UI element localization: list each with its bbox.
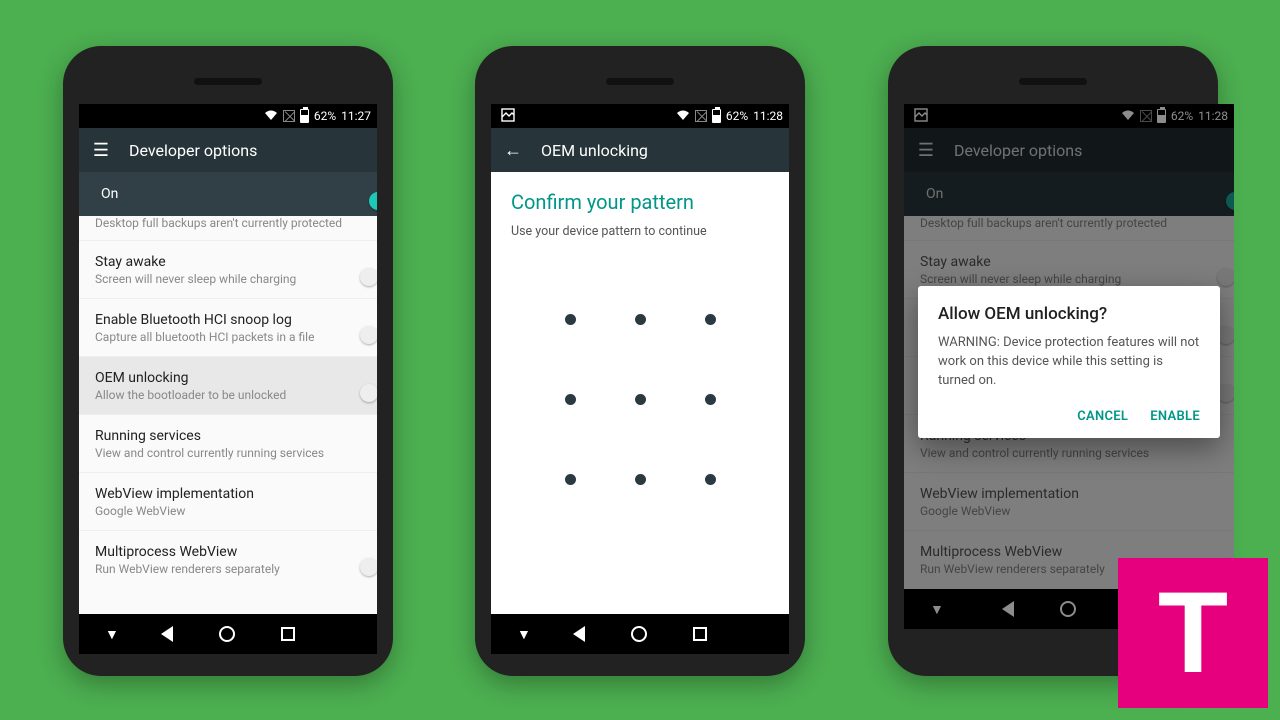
status-bar: 62% 11:28 xyxy=(491,104,789,128)
nav-chevron-icon[interactable]: ▼ xyxy=(105,626,119,643)
nav-back-button[interactable] xyxy=(161,626,173,642)
phone-speaker xyxy=(194,78,262,85)
hamburger-icon[interactable]: ☰ xyxy=(91,140,111,161)
page-title: Developer options xyxy=(129,141,257,160)
item-title: Multiprocess WebView xyxy=(95,544,361,560)
dialog-body: WARNING: Device protection features will… xyxy=(938,334,1200,391)
settings-list[interactable]: Desktop full backups aren't currently pr… xyxy=(79,216,377,614)
enable-button[interactable]: ENABLE xyxy=(1150,409,1200,424)
pattern-dot[interactable] xyxy=(635,314,646,325)
back-arrow-icon[interactable]: ← xyxy=(503,140,523,161)
clock: 11:28 xyxy=(753,109,783,123)
nav-recents-button[interactable] xyxy=(281,627,295,641)
dialog-actions: CANCEL ENABLE xyxy=(938,409,1200,430)
pattern-grid[interactable] xyxy=(535,279,745,519)
item-subtitle: Screen will never sleep while charging xyxy=(95,272,361,286)
phone-speaker xyxy=(1019,78,1087,85)
nav-bar: ▼ xyxy=(491,614,789,654)
nav-home-button[interactable] xyxy=(631,626,647,642)
battery-percent: 62% xyxy=(314,109,336,123)
item-title: OEM unlocking xyxy=(95,370,361,386)
no-sim-icon xyxy=(695,110,707,122)
item-oem-unlocking[interactable]: OEM unlocking Allow the bootloader to be… xyxy=(79,357,377,415)
phone-developer-options: 62% 11:27 ☰ Developer options On Desktop… xyxy=(63,46,393,676)
battery-icon xyxy=(712,109,721,123)
item-subtitle: View and control currently running servi… xyxy=(95,446,361,460)
item-bt-hci[interactable]: Enable Bluetooth HCI snoop log Capture a… xyxy=(79,299,377,357)
no-sim-icon xyxy=(283,110,295,122)
item-title: Enable Bluetooth HCI snoop log xyxy=(95,312,361,328)
wifi-icon xyxy=(264,109,278,124)
pattern-dot[interactable] xyxy=(705,314,716,325)
pattern-dot[interactable] xyxy=(635,394,646,405)
item-subtitle: Run WebView renderers separately xyxy=(95,562,361,576)
clock: 11:27 xyxy=(341,109,371,123)
confirm-body: Use your device pattern to continue xyxy=(511,224,769,239)
item-title: WebView implementation xyxy=(95,486,361,502)
dialog-title: Allow OEM unlocking? xyxy=(938,304,1200,324)
battery-icon xyxy=(300,109,309,123)
item-title: Stay awake xyxy=(95,254,361,270)
pattern-dot[interactable] xyxy=(565,394,576,405)
watermark-logo: T xyxy=(1118,558,1268,708)
screen-3: 62% 11:28 ☰ Developer options On Desktop… xyxy=(904,104,1234,629)
oem-unlock-dialog: Allow OEM unlocking? WARNING: Device pro… xyxy=(918,286,1220,438)
status-bar: 62% 11:27 xyxy=(79,104,377,128)
pattern-dot[interactable] xyxy=(565,474,576,485)
phone-confirm-pattern: 62% 11:28 ← OEM unlocking Confirm your p… xyxy=(475,46,805,676)
item-subtitle: Capture all bluetooth HCI packets in a f… xyxy=(95,330,361,344)
nav-bar: ▼ xyxy=(79,614,377,654)
screenshot-notification-icon xyxy=(501,108,515,125)
item-multiprocess-webview[interactable]: Multiprocess WebView Run WebView rendere… xyxy=(79,531,377,589)
nav-home-button[interactable] xyxy=(219,626,235,642)
master-toggle-row[interactable]: On xyxy=(79,172,377,216)
item-subtitle: Google WebView xyxy=(95,504,361,518)
phone-speaker xyxy=(606,78,674,85)
screen-2: 62% 11:28 ← OEM unlocking Confirm your p… xyxy=(491,104,789,654)
app-bar: ☰ Developer options xyxy=(79,128,377,172)
pattern-dot[interactable] xyxy=(705,394,716,405)
confirm-heading: Confirm your pattern xyxy=(511,190,769,214)
item-stay-awake[interactable]: Stay awake Screen will never sleep while… xyxy=(79,241,377,299)
nav-recents-button[interactable] xyxy=(693,627,707,641)
item-subtitle: Allow the bootloader to be unlocked xyxy=(95,388,361,402)
cancel-button[interactable]: CANCEL xyxy=(1077,409,1128,424)
wifi-icon xyxy=(676,109,690,124)
confirm-pattern-panel: Confirm your pattern Use your device pat… xyxy=(491,172,789,614)
item-webview-impl[interactable]: WebView implementation Google WebView xyxy=(79,473,377,531)
master-toggle-label: On xyxy=(101,186,118,202)
pattern-dot[interactable] xyxy=(635,474,646,485)
nav-chevron-icon[interactable]: ▼ xyxy=(517,626,531,643)
truncated-prev-item: Desktop full backups aren't currently pr… xyxy=(79,216,377,241)
item-title: Running services xyxy=(95,428,361,444)
screen-1: 62% 11:27 ☰ Developer options On Desktop… xyxy=(79,104,377,654)
item-running-services[interactable]: Running services View and control curren… xyxy=(79,415,377,473)
pattern-dot[interactable] xyxy=(705,474,716,485)
logo-letter: T xyxy=(1158,567,1228,699)
nav-back-button[interactable] xyxy=(573,626,585,642)
battery-percent: 62% xyxy=(726,109,748,123)
app-bar: ← OEM unlocking xyxy=(491,128,789,172)
pattern-dot[interactable] xyxy=(565,314,576,325)
page-title: OEM unlocking xyxy=(541,141,648,160)
